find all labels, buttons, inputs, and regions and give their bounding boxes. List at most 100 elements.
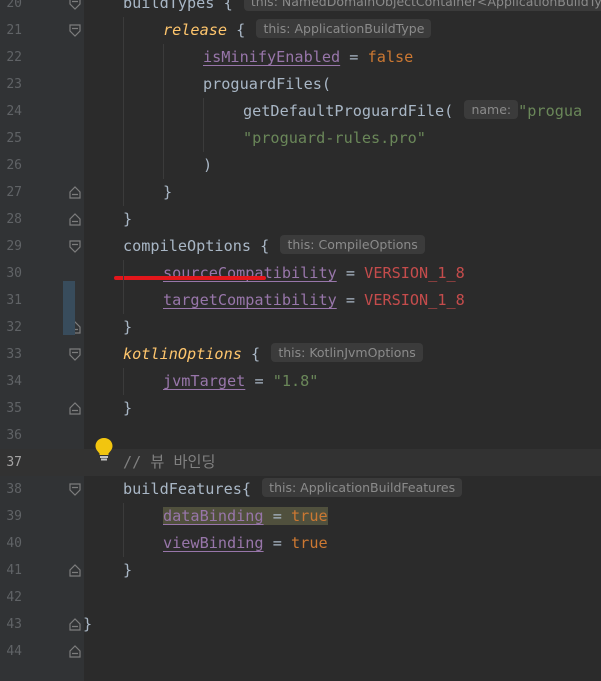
code-line[interactable]: 20 buildTypes { this: NamedDomainObjectCo… [0, 0, 601, 17]
inlay-hint: this: ApplicationBuildType [256, 19, 432, 38]
code-token: "proguard-rules.pro" [243, 129, 426, 147]
code-line[interactable]: 41} [0, 557, 601, 584]
fold-close-icon[interactable] [69, 618, 81, 631]
inlay-hint: this: CompileOptions [280, 235, 425, 254]
code-line[interactable]: 29 compileOptions { this: CompileOptions [0, 233, 601, 260]
line-number: 23 [6, 77, 22, 92]
code-line[interactable]: 25 "proguard-rules.pro" [0, 125, 601, 152]
code-line[interactable]: 40 viewBinding = true [0, 530, 601, 557]
code-line[interactable]: 33 kotlinOptions { this: KotlinJvmOptions [0, 341, 601, 368]
line-number: 43 [6, 617, 22, 632]
indent-guide [203, 98, 204, 152]
code-token: getDefaultProguardFile( [243, 102, 454, 120]
line-number: 39 [6, 509, 22, 524]
code-text: getDefaultProguardFile( name: "progua [243, 98, 582, 125]
fold-open-icon[interactable] [69, 240, 81, 253]
code-line[interactable]: 42 [0, 584, 601, 611]
code-text: ) [203, 152, 212, 179]
code-text: } [163, 179, 172, 206]
red-underline-annotation [114, 276, 266, 280]
code-text: release { this: ApplicationBuildType [163, 17, 432, 44]
line-number: 38 [6, 482, 22, 497]
code-token: dataBinding [163, 507, 264, 525]
fold-close-icon[interactable] [69, 402, 81, 415]
fold-open-icon[interactable] [69, 348, 81, 361]
code-token: = [263, 534, 292, 552]
code-token: { [227, 21, 246, 39]
code-line[interactable]: 32} [0, 314, 601, 341]
code-token: } [123, 399, 133, 417]
fold-open-icon[interactable] [69, 0, 81, 10]
line-number: 27 [6, 185, 22, 200]
code-token: } [123, 318, 133, 336]
line-number: 31 [6, 293, 22, 308]
code-editor[interactable]: 20 buildTypes { this: NamedDomainObjectCo… [0, 0, 601, 681]
code-line[interactable]: 35} [0, 395, 601, 422]
code-token: compileOptions { [123, 237, 270, 255]
fold-open-icon[interactable] [69, 24, 81, 37]
line-number: 24 [6, 104, 22, 119]
inlay-hint: this: KotlinJvmOptions [271, 343, 423, 362]
code-line[interactable]: 24 getDefaultProguardFile( name: "progua [0, 98, 601, 125]
fold-close-icon[interactable] [69, 645, 81, 658]
code-text: } [123, 314, 132, 341]
indent-guide [123, 368, 124, 395]
fold-open-icon[interactable] [69, 483, 81, 496]
code-token: viewBinding [163, 534, 264, 552]
code-line[interactable]: 34 jvmTarget = "1.8" [0, 368, 601, 395]
line-number: 33 [6, 347, 22, 362]
code-text: } [123, 395, 132, 422]
code-token: jvmTarget [163, 372, 246, 390]
code-line[interactable]: 37 // 뷰 바인딩 [0, 449, 601, 476]
code-token: // 뷰 바인딩 [123, 453, 216, 471]
code-token: } [83, 615, 93, 633]
code-token: = [340, 48, 368, 66]
line-number: 37 [6, 455, 22, 470]
code-token: = [336, 291, 365, 309]
lightbulb-icon[interactable] [94, 437, 114, 461]
code-line[interactable]: 21 release { this: ApplicationBuildType [0, 17, 601, 44]
code-line[interactable]: 43} [0, 611, 601, 638]
line-number: 26 [6, 158, 22, 173]
code-line[interactable]: 22 isMinifyEnabled = false [0, 44, 601, 71]
code-line[interactable]: 38 buildFeatures{ this: ApplicationBuildF… [0, 476, 601, 503]
code-line[interactable]: 31 targetCompatibility = VERSION_1_8 [0, 287, 601, 314]
code-line[interactable]: 28} [0, 206, 601, 233]
line-number: 35 [6, 401, 22, 416]
line-number: 28 [6, 212, 22, 227]
vcs-change-marker[interactable] [63, 281, 75, 335]
code-line[interactable]: 36 [0, 422, 601, 449]
code-line[interactable]: 44 [0, 638, 601, 665]
code-token: = [263, 507, 292, 525]
code-token: buildFeatures{ [123, 480, 252, 498]
code-token: { [241, 345, 261, 363]
code-token: false [367, 48, 414, 66]
line-number: 25 [6, 131, 22, 146]
code-text: isMinifyEnabled = false [203, 44, 413, 71]
code-line[interactable]: 26) [0, 152, 601, 179]
inlay-hint: name: [464, 100, 519, 119]
fold-close-icon[interactable] [69, 213, 81, 226]
code-token: = [336, 264, 365, 282]
code-token: VERSION_1_8 [364, 264, 465, 282]
code-token: } [123, 210, 133, 228]
code-token: } [123, 561, 133, 579]
code-line[interactable]: 23 proguardFiles( [0, 71, 601, 98]
code-line[interactable]: 39 dataBinding = true [0, 503, 601, 530]
code-token: kotlinOptions [123, 345, 242, 363]
code-text: dataBinding = true [163, 503, 328, 530]
indent-guide [123, 17, 124, 206]
code-token: = [245, 372, 273, 390]
line-number: 34 [6, 374, 22, 389]
line-number: 22 [6, 50, 22, 65]
line-number: 30 [6, 266, 22, 281]
code-line[interactable]: 27} [0, 179, 601, 206]
fold-close-icon[interactable] [69, 564, 81, 577]
inlay-hint: this: ApplicationBuildFeatures [262, 478, 463, 497]
line-number: 42 [6, 590, 22, 605]
indent-guide [123, 503, 124, 557]
line-number: 40 [6, 536, 22, 551]
code-token: proguardFiles( [203, 75, 332, 93]
code-line[interactable]: 30 sourceCompatibility = VERSION_1_8 [0, 260, 601, 287]
fold-close-icon[interactable] [69, 186, 81, 199]
